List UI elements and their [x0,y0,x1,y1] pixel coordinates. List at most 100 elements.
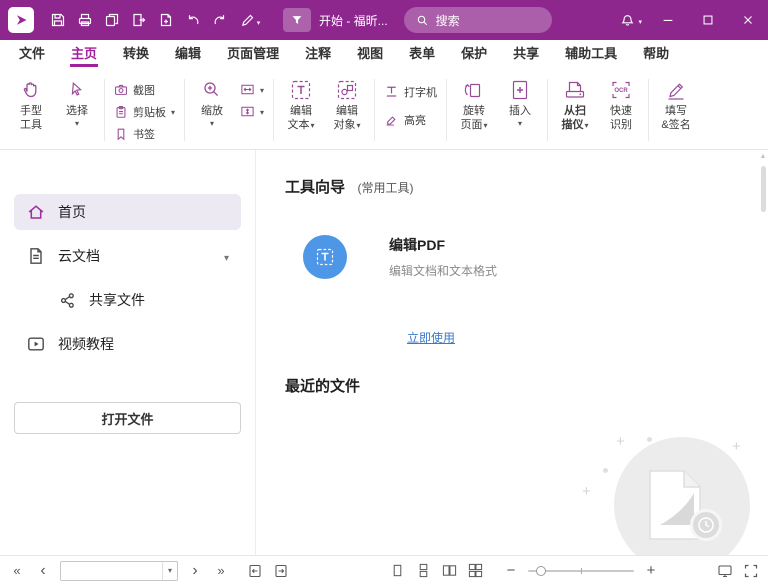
new-document-button[interactable] [152,7,179,34]
menu-item-share[interactable]: 共享 [500,40,552,68]
edit-text-button[interactable]: 编辑 文本 [278,73,324,147]
zoom-in-button[interactable] [642,560,660,582]
maximize-button[interactable] [688,0,728,40]
highlight-button[interactable]: 高亮 [384,110,437,129]
zoom-out-button[interactable] [502,560,520,582]
insert-button[interactable]: 插入 [497,73,543,147]
print-button[interactable] [71,7,98,34]
ribbon-toolbar: 手型 工具 选择 截图 剪贴板 书签 [0,68,768,150]
hand-tool-button[interactable]: 手型 工具 [8,73,54,147]
menu-item-home[interactable]: 主页 [58,40,110,68]
zoom-slider[interactable] [528,570,634,572]
fit-page-button[interactable] [240,102,264,121]
menu-item-edit[interactable]: 编辑 [162,40,214,68]
facing-continuous-view-button[interactable] [466,560,484,582]
minimize-button[interactable] [648,0,688,40]
ocr-icon: OCR [609,76,633,104]
open-file-button[interactable]: 打开文件 [14,402,241,434]
select-tool-button[interactable]: 选择 [54,73,100,147]
edit-object-button[interactable]: 编辑 对象 [324,73,370,147]
menu-item-comment[interactable]: 注释 [292,40,344,68]
from-scanner-button[interactable]: 从扫 描仪 [552,73,598,147]
fullscreen-button[interactable] [742,560,760,582]
statusbar [0,555,768,585]
next-page-button[interactable] [186,560,204,582]
fit-screen-button[interactable] [716,560,734,582]
rotate-pages-button[interactable]: 旋转 页面 [451,73,497,147]
foxit-pdf-editor-window: 开始 - 福昕... 搜索 文件 主页 [0,0,768,585]
sidebar-item-home[interactable]: 首页 [14,194,241,230]
edit-pdf-icon [303,235,347,279]
copy-button[interactable] [98,7,125,34]
previous-page-button[interactable] [34,560,52,582]
close-button[interactable] [728,0,768,40]
last-page-button[interactable] [212,560,230,582]
tools-subheading: (常用工具) [357,181,413,195]
sidebar-item-cloud-documents[interactable]: 云文档 [14,238,241,274]
fill-sign-button[interactable]: 填写 &签名 [653,73,699,147]
notifications-bell-button[interactable] [616,7,638,34]
first-page-button[interactable] [8,560,26,582]
menu-item-form[interactable]: 表单 [396,40,448,68]
redo-button[interactable] [206,7,233,34]
scrollbar-thumb[interactable] [761,166,766,212]
filter-view-icon[interactable] [283,8,311,32]
menu-item-convert[interactable]: 转换 [110,40,162,68]
facing-view-button[interactable] [440,560,458,582]
zoom-slider-thumb[interactable] [536,566,546,576]
menubar: 文件 主页 转换 编辑 页面管理 注释 视图 表单 保护 共享 辅助工具 帮助 [0,40,768,68]
foxit-logo-icon[interactable] [8,7,34,33]
menu-item-accessibility-tools[interactable]: 辅助工具 [552,40,630,68]
svg-text:OCR: OCR [614,88,628,94]
zoom-tool-button[interactable]: 缩放 [189,73,235,147]
cloud-document-icon [26,246,46,266]
scroll-up-arrow-icon[interactable]: ▲ [758,152,768,162]
next-view-button[interactable] [272,560,290,582]
use-now-link[interactable]: 立即使用 [407,329,455,346]
content-area: 首页 云文档 共享文件 视频教程 打开文件 工具向导 (常用工具) [0,150,768,555]
clipboard-button[interactable]: 剪贴板 [114,102,175,121]
continuous-view-button[interactable] [414,560,432,582]
ribbon-separator [648,79,649,141]
page-number-input[interactable] [61,562,162,580]
previous-view-button[interactable] [246,560,264,582]
decoration-dot [603,468,608,473]
bookmark-button[interactable]: 书签 [114,124,175,143]
insert-page-icon [508,76,532,104]
edit-pdf-card[interactable]: 编辑PDF 编辑文档和文本格式 [303,235,497,279]
sidebar-item-video-tutorials[interactable]: 视频教程 [14,326,241,362]
annotate-tool-button[interactable] [233,7,267,34]
typewriter-button[interactable]: 打字机 [384,82,437,101]
tools-heading-row: 工具向导 (常用工具) [285,176,768,197]
page-dropdown-chevron-icon[interactable] [162,562,177,580]
page-number-box [60,561,178,581]
highlighter-icon [384,112,399,127]
undo-button[interactable] [179,7,206,34]
menu-item-view[interactable]: 视图 [344,40,396,68]
edit-pdf-card-text: 编辑PDF 编辑文档和文本格式 [389,235,497,279]
snapshot-button[interactable]: 截图 [114,80,175,99]
ribbon-separator [446,79,447,141]
ribbon-separator [184,79,185,141]
search-box[interactable]: 搜索 [404,7,552,33]
menu-item-file[interactable]: 文件 [6,40,58,68]
chevron-down-icon [484,119,488,132]
chevron-down-icon[interactable] [224,248,229,264]
fit-width-button[interactable] [240,80,264,99]
save-button[interactable] [44,7,71,34]
bookmark-icon [114,127,128,141]
single-page-view-button[interactable] [388,560,406,582]
start-tab[interactable]: 开始 - 福昕... [283,8,388,32]
chevron-down-icon [311,119,315,132]
menu-item-page-management[interactable]: 页面管理 [214,40,292,68]
menu-item-protect[interactable]: 保护 [448,40,500,68]
chevron-down-icon [260,106,264,118]
menu-item-help[interactable]: 帮助 [630,40,682,68]
chevron-down-icon [585,119,589,132]
quick-ocr-button[interactable]: OCR 快速 识别 [598,73,644,147]
chevron-down-icon[interactable] [638,11,642,29]
sidebar-item-shared-files[interactable]: 共享文件 [14,282,241,318]
share-document-button[interactable] [125,7,152,34]
clipboard-group: 截图 剪贴板 书签 [114,73,175,147]
vertical-scrollbar[interactable]: ▲ [758,152,768,553]
